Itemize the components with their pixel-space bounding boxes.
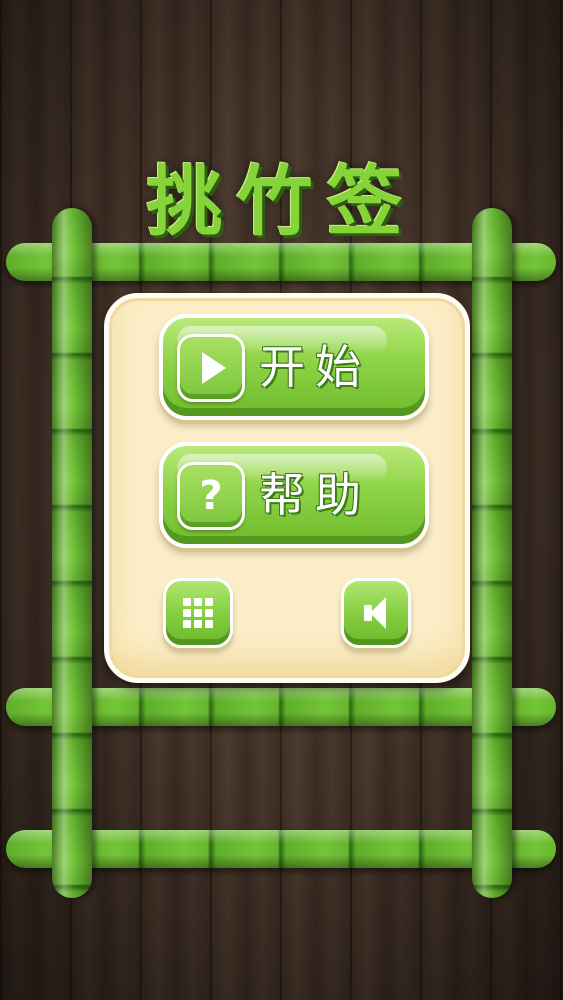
sound-toggle-button[interactable] [341, 578, 411, 648]
play-icon [202, 352, 226, 384]
bamboo-left-pole [52, 208, 92, 898]
start-button-label: 开始 [259, 340, 371, 394]
question-mark-icon: ? [199, 473, 223, 519]
help-button-label: 帮助 [259, 468, 371, 522]
main-menu-panel: 开始 ? 帮助 [104, 293, 470, 683]
play-icon-box [177, 334, 245, 402]
bamboo-right-pole [472, 208, 512, 898]
game-background: 挑竹签 开始 ? 帮助 [0, 0, 563, 1000]
grid-icon [183, 598, 213, 628]
help-icon-box: ? [177, 462, 245, 530]
speaker-cone-icon [370, 597, 386, 629]
help-button[interactable]: ? 帮助 [159, 442, 429, 548]
level-select-button[interactable] [163, 578, 233, 648]
start-button[interactable]: 开始 [159, 314, 429, 420]
